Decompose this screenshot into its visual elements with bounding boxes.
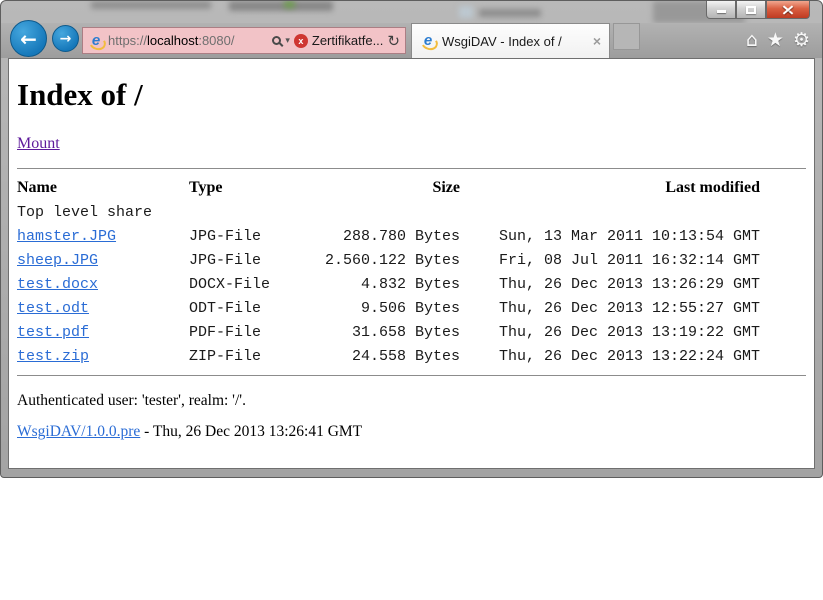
minimize-icon xyxy=(717,10,726,13)
file-type: ZIP-File xyxy=(189,345,311,369)
file-size: 31.658 Bytes xyxy=(311,321,460,345)
background-blur xyxy=(229,1,333,11)
background-blur xyxy=(91,1,211,9)
file-type: PDF-File xyxy=(189,321,311,345)
column-header-modified: Last modified xyxy=(460,173,760,201)
close-icon xyxy=(782,5,794,15)
url-scheme: https:// xyxy=(108,33,147,48)
background-icon-blur xyxy=(459,6,473,18)
url-text[interactable]: https://localhost:8080/ xyxy=(108,33,268,48)
ie-favicon-icon: e xyxy=(88,33,104,49)
table-row: test.docx DOCX-File 4.832 Bytes Thu, 26 … xyxy=(17,273,760,297)
address-bar[interactable]: e https://localhost:8080/ ▾ x Zertifikat… xyxy=(82,27,406,54)
server-version-link[interactable]: WsgiDAV/1.0.0.pre xyxy=(17,423,140,440)
table-header-row: Name Type Size Last modified xyxy=(17,173,760,201)
certificate-error-label[interactable]: Zertifikatfe... xyxy=(312,33,384,48)
file-size: 9.506 Bytes xyxy=(311,297,460,321)
page-content: Index of / Mount Name Type Size Last mod… xyxy=(8,58,815,469)
home-icon[interactable]: ⌂ xyxy=(746,29,758,51)
file-link[interactable]: hamster.JPG xyxy=(17,228,116,245)
background-icon-blur xyxy=(284,1,295,8)
maximize-button[interactable] xyxy=(736,1,766,19)
file-link[interactable]: test.odt xyxy=(17,300,89,317)
forward-button[interactable]: → xyxy=(52,25,79,52)
close-button[interactable] xyxy=(766,1,810,19)
server-signature: WsgiDAV/1.0.0.pre - Thu, 26 Dec 2013 13:… xyxy=(17,423,806,441)
table-row: test.odt ODT-File 9.506 Bytes Thu, 26 De… xyxy=(17,297,760,321)
table-note-row: Top level share xyxy=(17,201,760,225)
chevron-down-icon[interactable]: ▾ xyxy=(285,35,290,46)
share-note: Top level share xyxy=(17,201,189,225)
table-row: hamster.JPG JPG-File 288.780 Bytes Sun, … xyxy=(17,225,760,249)
divider xyxy=(17,375,806,376)
back-button[interactable]: ← xyxy=(10,20,47,57)
table-row: test.zip ZIP-File 24.558 Bytes Thu, 26 D… xyxy=(17,345,760,369)
file-size: 288.780 Bytes xyxy=(311,225,460,249)
file-link[interactable]: sheep.JPG xyxy=(17,252,98,269)
column-header-size: Size xyxy=(311,173,460,201)
page-title: Index of / xyxy=(17,77,806,113)
file-type: DOCX-File xyxy=(189,273,311,297)
tab-favicon-icon: e xyxy=(420,33,436,49)
file-modified: Thu, 26 Dec 2013 13:22:24 GMT xyxy=(460,345,760,369)
divider xyxy=(17,168,806,169)
file-link[interactable]: test.pdf xyxy=(17,324,89,341)
file-link[interactable]: test.zip xyxy=(17,348,89,365)
file-modified: Thu, 26 Dec 2013 12:55:27 GMT xyxy=(460,297,760,321)
file-type: JPG-File xyxy=(189,249,311,273)
window-controls xyxy=(706,1,810,19)
favorites-star-icon[interactable]: ★ xyxy=(767,29,784,51)
file-type: ODT-File xyxy=(189,297,311,321)
url-path: :8080/ xyxy=(198,33,234,48)
file-modified: Thu, 26 Dec 2013 13:19:22 GMT xyxy=(460,321,760,345)
url-host: localhost xyxy=(147,33,198,48)
browser-tab[interactable]: e WsgiDAV - Index of / × xyxy=(411,23,610,58)
toolbar-icons: ⌂ ★ ⚙ xyxy=(746,29,810,51)
gear-icon[interactable]: ⚙ xyxy=(793,29,810,51)
background-blur xyxy=(479,9,541,17)
certificate-error-icon[interactable]: x xyxy=(294,34,308,48)
refresh-icon[interactable]: ↻ xyxy=(387,32,400,50)
back-arrow-icon: ← xyxy=(20,27,37,51)
new-tab-button[interactable] xyxy=(613,23,640,50)
file-modified: Sun, 13 Mar 2011 10:13:54 GMT xyxy=(460,225,760,249)
mount-link[interactable]: Mount xyxy=(17,135,60,153)
file-type: JPG-File xyxy=(189,225,311,249)
screenshot-stage: ← → e https://localhost:8080/ ▾ x Zertif… xyxy=(0,0,823,600)
search-icon[interactable] xyxy=(272,36,281,45)
browser-window: ← → e https://localhost:8080/ ▾ x Zertif… xyxy=(0,0,823,478)
column-header-name: Name xyxy=(17,173,189,201)
file-table: Name Type Size Last modified Top level s… xyxy=(17,173,760,369)
minimize-button[interactable] xyxy=(706,1,736,19)
file-modified: Thu, 26 Dec 2013 13:26:29 GMT xyxy=(460,273,760,297)
window-titlebar[interactable] xyxy=(1,1,822,23)
server-timestamp: - Thu, 26 Dec 2013 13:26:41 GMT xyxy=(140,423,362,440)
forward-arrow-icon: → xyxy=(60,31,72,47)
tab-title: WsgiDAV - Index of / xyxy=(442,34,587,49)
table-row: sheep.JPG JPG-File 2.560.122 Bytes Fri, … xyxy=(17,249,760,273)
table-row: test.pdf PDF-File 31.658 Bytes Thu, 26 D… xyxy=(17,321,760,345)
auth-status-text: Authenticated user: 'tester', realm: '/'… xyxy=(17,392,806,410)
tab-close-icon[interactable]: × xyxy=(593,33,601,49)
file-link[interactable]: test.docx xyxy=(17,276,98,293)
file-size: 4.832 Bytes xyxy=(311,273,460,297)
maximize-icon xyxy=(746,6,756,14)
file-size: 24.558 Bytes xyxy=(311,345,460,369)
file-modified: Fri, 08 Jul 2011 16:32:14 GMT xyxy=(460,249,760,273)
column-header-type: Type xyxy=(189,173,311,201)
file-size: 2.560.122 Bytes xyxy=(311,249,460,273)
